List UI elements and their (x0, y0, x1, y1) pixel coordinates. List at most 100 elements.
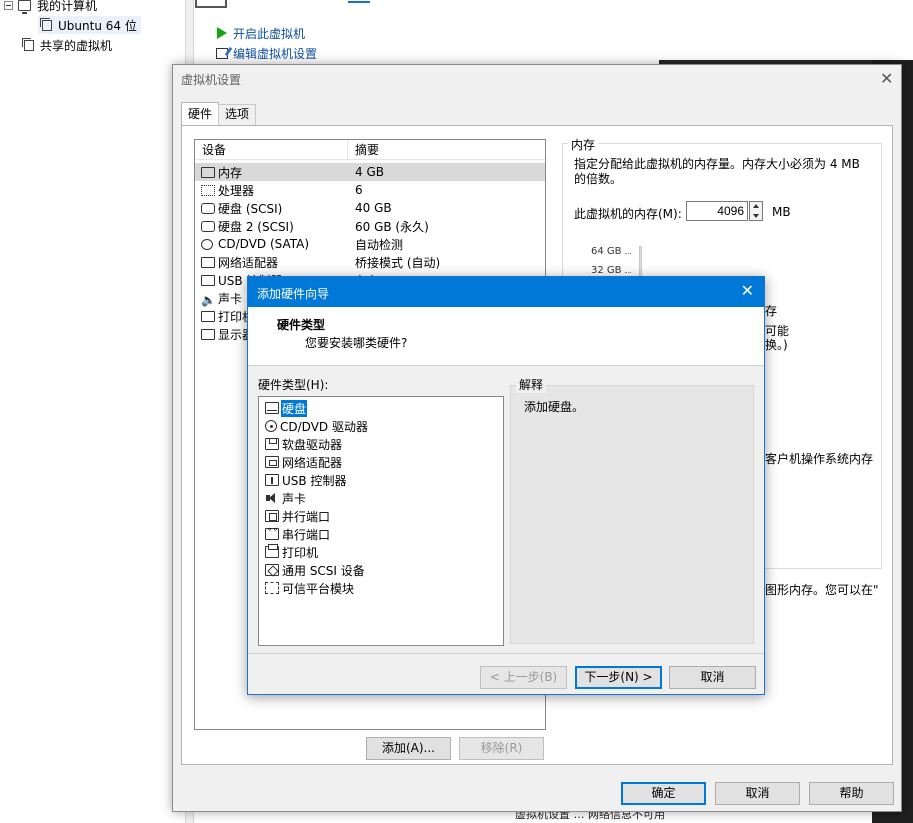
hardware-item-tpm[interactable]: 可信平台模块 (265, 579, 355, 597)
hardware-item-floppy[interactable]: 软盘驱动器 (265, 435, 343, 453)
wizard-cancel-button[interactable]: 取消 (669, 666, 756, 689)
tree-item-label: Ubuntu 64 位 (58, 18, 137, 33)
vm-header-icon (195, 0, 227, 8)
memory-note-peek: 图形内存。您可以在" (765, 583, 879, 597)
ok-button[interactable]: 确定 (621, 782, 706, 805)
computer-icon (18, 0, 31, 14)
cancel-button[interactable]: 取消 (715, 782, 800, 805)
back-button[interactable]: < 上一步(B) (480, 666, 567, 689)
dialog-title: 虚拟机设置 (181, 73, 242, 87)
device-summary: 桥接模式 (自动) (355, 255, 441, 270)
shared-vms-icon (22, 37, 34, 51)
hardware-type-list[interactable]: 硬盘 CD/DVD 驱动器 软盘驱动器 网络适配器 USB 控制器 声卡 并行端… (258, 396, 504, 646)
hardware-item-label: 可信平台模块 (282, 581, 355, 596)
hardware-item-label: 声卡 (282, 491, 307, 506)
edit-settings-link[interactable]: 编辑虚拟机设置 (216, 44, 317, 62)
tree-item-my-computer[interactable]: 我的计算机 (4, 0, 97, 14)
settings-tabs: 硬件 选项 (181, 102, 257, 125)
hardware-item-disk[interactable]: 硬盘 (265, 398, 309, 418)
speaker-icon (265, 492, 279, 504)
hardware-item-label: 硬盘 (279, 398, 309, 418)
hardware-item-usb[interactable]: USB 控制器 (265, 471, 347, 489)
speaker-icon: 🔈 (201, 292, 216, 307)
printer-icon (201, 310, 215, 322)
cdrom-icon (201, 238, 213, 250)
device-name: 声卡 (218, 291, 243, 306)
device-row-disk-2[interactable]: 硬盘 2 (SCSI) 60 GB (永久) (195, 217, 545, 235)
disk-icon (265, 402, 279, 414)
remove-hardware-button[interactable]: 移除(R) (459, 737, 544, 760)
play-icon (217, 27, 227, 39)
tree-item-shared-vms[interactable]: 共享的虚拟机 (22, 36, 112, 54)
memory-tick-label: 32 GB (591, 265, 622, 276)
hardware-item-parallel[interactable]: 并行端口 (265, 507, 331, 525)
hardware-item-scsi[interactable]: 通用 SCSI 设备 (265, 561, 366, 579)
hardware-item-serial[interactable]: 串行端口 (265, 525, 331, 543)
tree-item-label: 我的计算机 (37, 0, 98, 13)
memory-unit: MB (772, 205, 791, 219)
memory-input[interactable]: 4096 (686, 201, 748, 221)
device-name: 处理器 (218, 183, 255, 198)
memory-spinner[interactable] (749, 201, 763, 221)
edit-settings-label: 编辑虚拟机设置 (233, 46, 318, 61)
device-name: 网络适配器 (218, 255, 279, 270)
device-name: 硬盘 2 (SCSI) (218, 219, 294, 234)
close-icon[interactable]: ✕ (741, 283, 754, 299)
column-summary[interactable]: 摘要 (348, 140, 379, 159)
memory-note-peek: 存 (765, 304, 778, 318)
hardware-item-label: CD/DVD 驱动器 (280, 419, 368, 434)
vm-title-underline (348, 0, 370, 3)
collapse-icon[interactable] (4, 0, 13, 10)
power-on-link[interactable]: 开启此虚拟机 (217, 24, 305, 42)
close-icon[interactable]: ✕ (880, 71, 893, 87)
column-device[interactable]: 设备 (195, 140, 348, 159)
hardware-item-label: 串行端口 (282, 527, 331, 542)
hardware-item-network[interactable]: 网络适配器 (265, 453, 343, 471)
hardware-item-label: 打印机 (282, 545, 319, 560)
device-row-cpu[interactable]: 处理器 6 (195, 181, 545, 199)
disk-icon (201, 202, 215, 214)
add-hardware-button[interactable]: 添加(A)... (366, 737, 451, 760)
hardware-item-sound[interactable]: 声卡 (265, 489, 307, 507)
floppy-icon (265, 438, 279, 450)
power-on-label: 开启此虚拟机 (233, 26, 306, 41)
wizard-footer-divider (248, 653, 764, 654)
device-summary: 4 GB (355, 165, 384, 179)
device-name: CD/DVD (SATA) (218, 237, 310, 251)
scsi-icon (265, 564, 279, 576)
disk-icon (201, 220, 215, 232)
device-name: 内存 (218, 165, 243, 180)
tab-hardware[interactable]: 硬件 (181, 102, 220, 125)
usb-icon (265, 474, 279, 486)
vm-icon (40, 17, 52, 31)
printer-icon (265, 544, 279, 558)
memory-tick-mark (625, 272, 631, 273)
memory-label: 此虚拟机的内存(M): (574, 207, 682, 221)
memory-tick-label: 64 GB (591, 246, 622, 257)
memory-icon (201, 166, 215, 178)
device-row-network[interactable]: 网络适配器 桥接模式 (自动) (195, 253, 545, 271)
serial-port-icon (265, 525, 279, 540)
hardware-item-label: 软盘驱动器 (282, 437, 343, 452)
device-row-cdrom[interactable]: CD/DVD (SATA) 自动检测 (195, 235, 545, 253)
tab-options[interactable]: 选项 (218, 104, 257, 125)
parallel-port-icon (265, 510, 279, 522)
tpm-icon (265, 582, 279, 594)
hardware-item-label: 通用 SCSI 设备 (282, 563, 365, 578)
usb-icon (201, 274, 215, 286)
tree-item-ubuntu-vm[interactable]: Ubuntu 64 位 (38, 16, 141, 34)
hardware-item-printer[interactable]: 打印机 (265, 543, 319, 561)
device-row-memory[interactable]: 内存 4 GB (195, 163, 545, 181)
wizard-title: 添加硬件向导 (257, 287, 330, 301)
next-button[interactable]: 下一步(N) > (575, 666, 662, 689)
wizard-title-bar[interactable]: 添加硬件向导 ✕ (248, 277, 764, 307)
device-summary: 40 GB (355, 201, 392, 215)
memory-description: 指定分配给此虚拟机的内存量。内存大小必须为 4 MB 的倍数。 (574, 157, 860, 186)
memory-note-peek: 换。) (765, 338, 788, 352)
memory-note-peek: 客户机操作系统内存 (765, 452, 874, 466)
hardware-item-cdrom[interactable]: CD/DVD 驱动器 (265, 417, 369, 435)
help-button[interactable]: 帮助 (809, 782, 894, 805)
device-row-disk[interactable]: 硬盘 (SCSI) 40 GB (195, 199, 545, 217)
explanation-text: 添加硬盘。 (524, 400, 585, 414)
wizard-header: 硬件类型 您要安装哪类硬件? (248, 307, 764, 366)
